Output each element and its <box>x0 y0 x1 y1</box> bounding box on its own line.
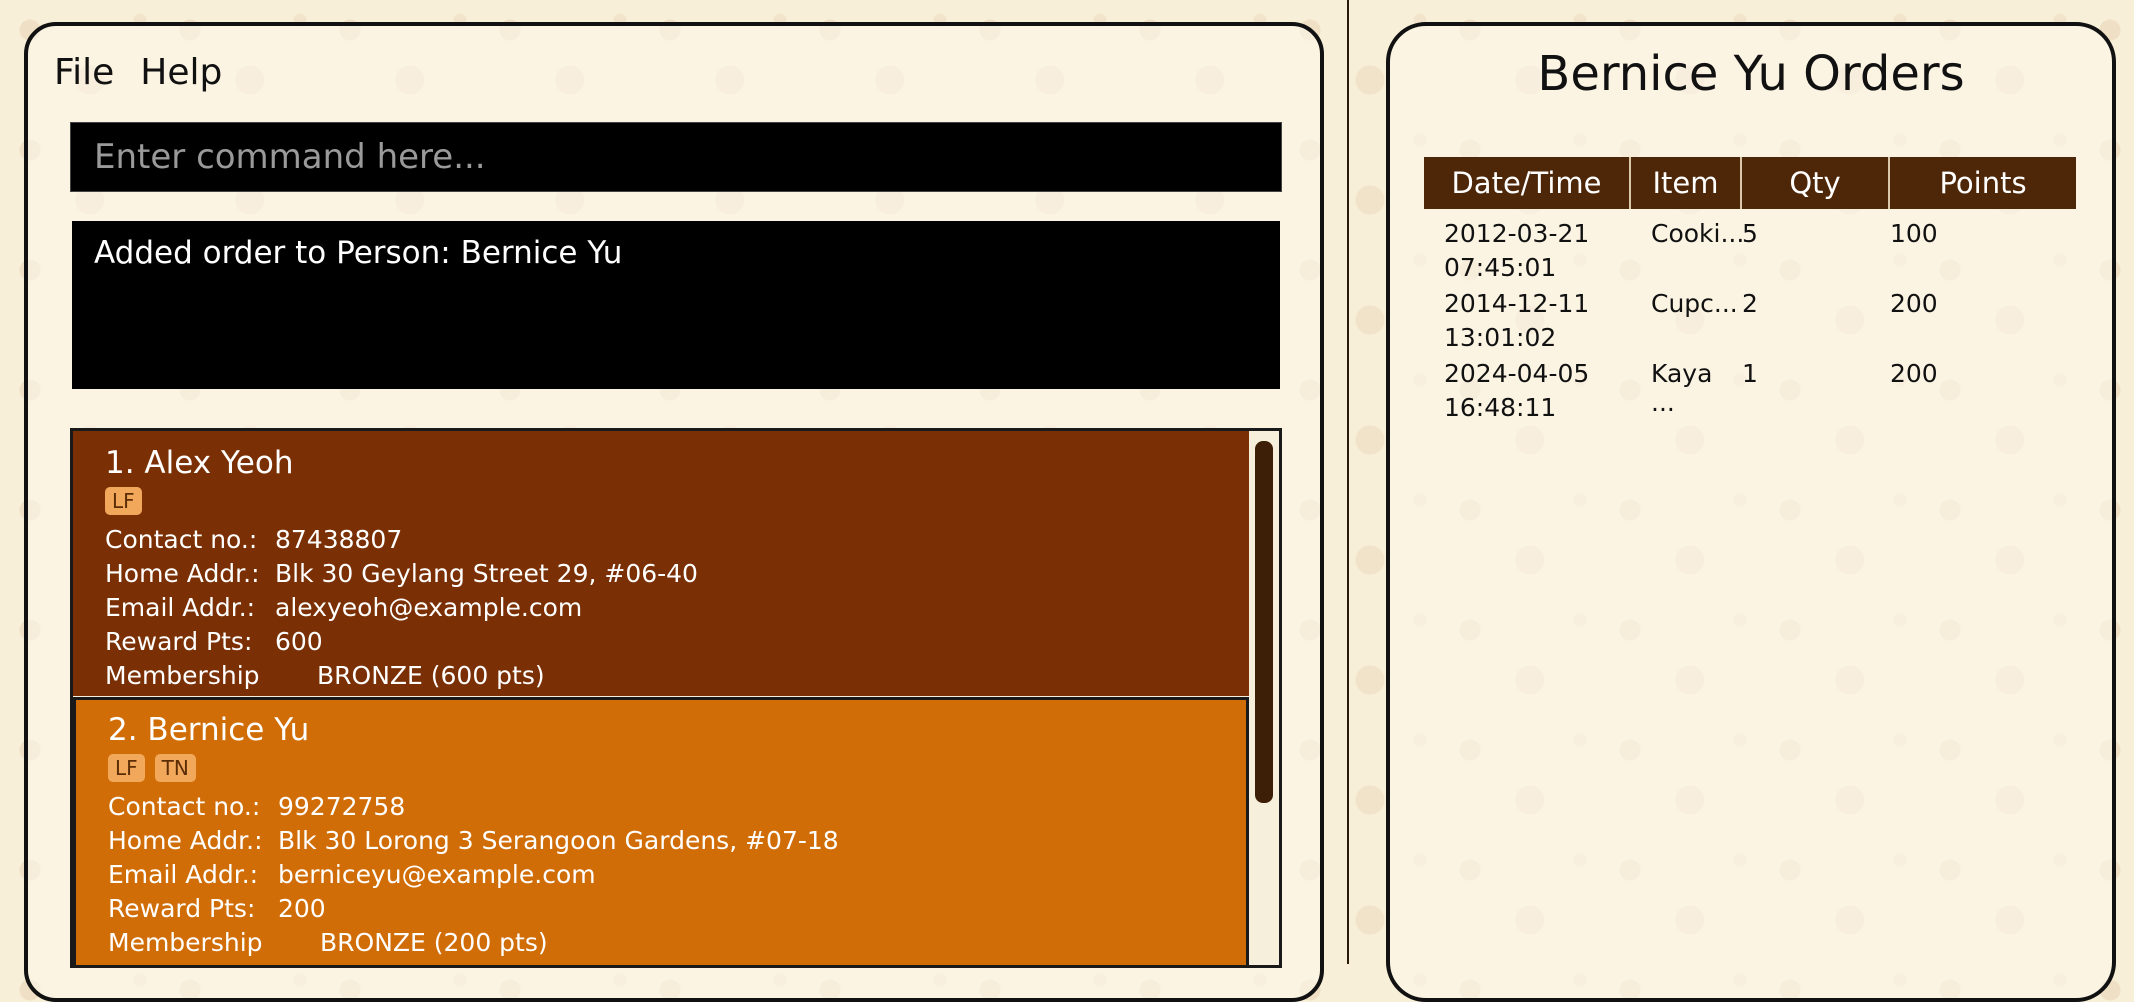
tag: LF <box>108 754 145 782</box>
email-label: Email Addr.: <box>105 593 256 622</box>
email-field: Email Addr.: berniceyu@example.com <box>108 858 1246 892</box>
order-points: 200 <box>1890 359 1938 388</box>
person-card-selected[interactable]: 2. Bernice Yu LF TN Contact no.: 9927275… <box>73 697 1249 965</box>
orders-header: Date/Time Item Qty Points <box>1424 157 2076 209</box>
order-date: 2012-03-21 <box>1444 219 1590 248</box>
table-row[interactable]: 2014-12-11 13:01:02 Cupc... 2 200 <box>1424 279 2076 352</box>
order-datetime: 2024-04-05 16:48:11 <box>1424 357 1631 422</box>
order-points: 100 <box>1890 219 1938 248</box>
email-field: Email Addr.: alexyeoh@example.com <box>105 591 1249 625</box>
email-value: alexyeoh@example.com <box>275 593 583 622</box>
order-datetime: 2014-12-11 13:01:02 <box>1424 287 1631 352</box>
column-header-qty[interactable]: Qty <box>1742 157 1890 209</box>
order-item: Kaya ... <box>1651 359 1713 417</box>
order-qty: 5 <box>1742 219 1758 248</box>
orders-table: Date/Time Item Qty Points 2012-03-21 07:… <box>1424 157 2076 422</box>
tag-list: LF <box>105 487 1249 515</box>
home-field: Home Addr.: Blk 30 Geylang Street 29, #0… <box>105 557 1249 591</box>
order-qty: 1 <box>1742 359 1758 388</box>
tier-value: BRONZE (200 pts) <box>320 928 548 957</box>
contact-label: Contact no.: <box>108 792 261 821</box>
tier-label: Membership Tier: <box>108 928 263 965</box>
person-name: 2. Bernice Yu <box>108 712 310 748</box>
person-card[interactable]: 1. Alex Yeoh LF Contact no.: 87438807 Ho… <box>73 431 1249 724</box>
order-points: 200 <box>1890 289 1938 318</box>
contact-value: 99272758 <box>278 792 406 821</box>
command-input[interactable] <box>71 123 1281 191</box>
contact-value: 87438807 <box>275 525 403 554</box>
person-list[interactable]: 1. Alex Yeoh LF Contact no.: 87438807 Ho… <box>70 428 1282 968</box>
order-datetime: 2012-03-21 07:45:01 <box>1424 217 1631 282</box>
column-header-datetime[interactable]: Date/Time <box>1424 157 1631 209</box>
panel-divider <box>1347 0 1349 964</box>
command-box <box>70 122 1282 192</box>
result-message: Added order to Person: Bernice Yu <box>94 235 623 271</box>
table-row[interactable]: 2024-04-05 16:48:11 Kaya ... 1 200 <box>1424 349 2076 422</box>
points-label: Reward Pts: <box>108 894 256 923</box>
home-value: Blk 30 Lorong 3 Serangoon Gardens, #07-1… <box>278 826 839 855</box>
order-date: 2014-12-11 <box>1444 289 1590 318</box>
home-label: Home Addr.: <box>108 826 263 855</box>
column-header-points[interactable]: Points <box>1890 157 2076 209</box>
contact-field: Contact no.: 99272758 <box>108 790 1246 824</box>
person-name: 1. Alex Yeoh <box>105 445 294 481</box>
tier-field: Membership Tier: BRONZE (200 pts) <box>108 926 1246 965</box>
orders-title: Bernice Yu Orders <box>1537 46 1965 102</box>
points-field: Reward Pts: 600 <box>105 625 1249 659</box>
list-scrollbar[interactable] <box>1255 441 1273 803</box>
home-label: Home Addr.: <box>105 559 260 588</box>
order-item: Cupc... <box>1651 289 1738 318</box>
points-field: Reward Pts: 200 <box>108 892 1246 926</box>
email-value: berniceyu@example.com <box>278 860 596 889</box>
menu-help[interactable]: Help <box>140 52 222 93</box>
order-qty: 2 <box>1742 289 1758 318</box>
points-value: 600 <box>275 627 323 656</box>
table-row[interactable]: 2012-03-21 07:45:01 Cooki... 5 100 <box>1424 209 2076 282</box>
tag-list: LF TN <box>108 754 1246 782</box>
order-time: 16:48:11 <box>1444 393 1557 422</box>
menu-bar: File Help <box>54 52 222 93</box>
contact-label: Contact no.: <box>105 525 258 554</box>
result-display: Added order to Person: Bernice Yu <box>72 221 1280 389</box>
menu-file[interactable]: File <box>54 52 114 93</box>
column-header-item[interactable]: Item <box>1631 157 1742 209</box>
order-time: 13:01:02 <box>1444 323 1557 352</box>
order-date: 2024-04-05 <box>1444 359 1590 388</box>
order-time: 07:45:01 <box>1444 253 1557 282</box>
order-item: Cooki... <box>1651 219 1745 248</box>
email-label: Email Addr.: <box>108 860 259 889</box>
contact-field: Contact no.: 87438807 <box>105 523 1249 557</box>
points-label: Reward Pts: <box>105 627 253 656</box>
home-field: Home Addr.: Blk 30 Lorong 3 Serangoon Ga… <box>108 824 1246 858</box>
points-value: 200 <box>278 894 326 923</box>
tag: LF <box>105 487 142 515</box>
tag: TN <box>154 754 196 782</box>
home-value: Blk 30 Geylang Street 29, #06-40 <box>275 559 698 588</box>
